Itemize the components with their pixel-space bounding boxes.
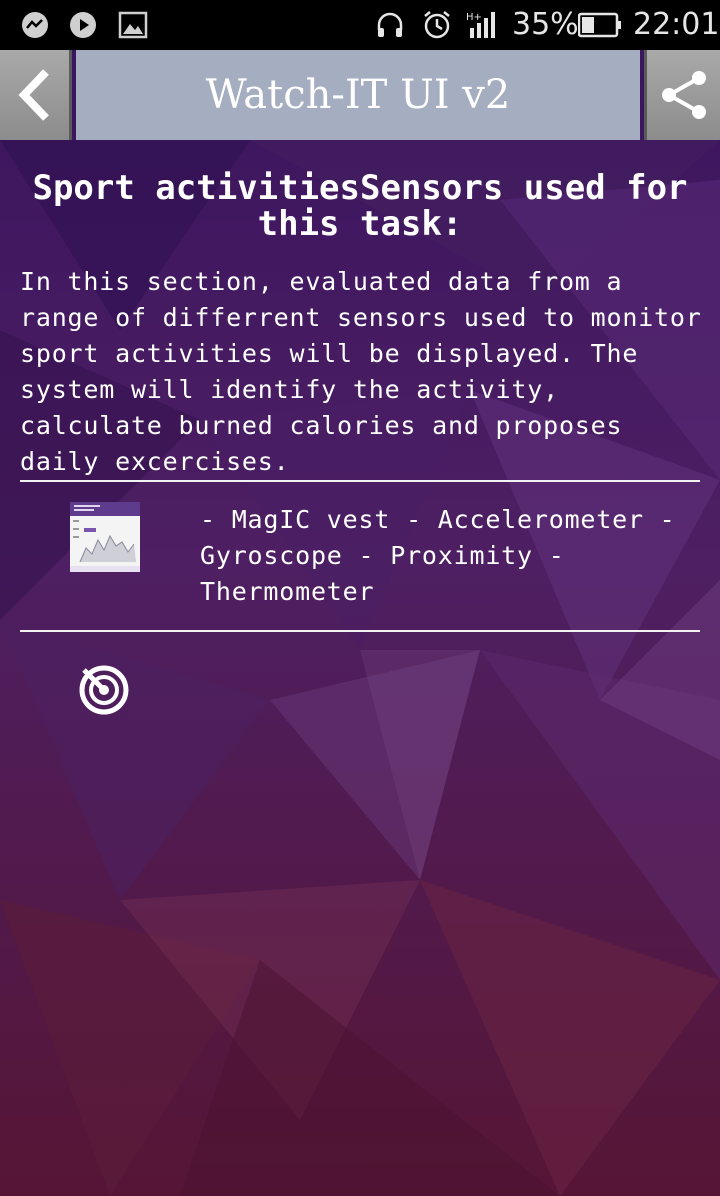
section-description: In this section, evaluated data from a r… (20, 267, 702, 476)
chevron-left-icon (18, 69, 49, 121)
battery-percentage: 35% (512, 7, 579, 42)
alarm-icon (424, 11, 450, 39)
activity-chart-thumbnail[interactable] (70, 502, 140, 572)
messenger-icon (22, 12, 48, 38)
status-bar: H+ 35% 22:01 (0, 0, 720, 50)
back-button[interactable] (0, 50, 72, 140)
divider (20, 630, 700, 632)
share-button[interactable] (644, 50, 720, 140)
battery-icon (578, 12, 621, 38)
play-icon (70, 12, 96, 38)
section-heading: Sport activitiesSensors used for this ta… (32, 168, 688, 244)
status-clock: 22:01 (633, 7, 720, 42)
title-bar: Watch-IT UI v2 (0, 50, 720, 140)
divider (20, 480, 700, 482)
headset-icon (377, 12, 403, 37)
image-icon (118, 11, 148, 39)
hplus-signal-icon: H+ (466, 12, 495, 38)
share-icon (662, 71, 706, 119)
network-type-label: H+ (466, 12, 482, 23)
screen: H+ 35% 22:01 Watch-IT UI v2 Sport activi… (0, 0, 720, 1196)
radar-icon[interactable] (78, 664, 130, 716)
sensor-list: - MagIC vest - Accelerometer - Gyroscope… (200, 505, 676, 606)
page-title: Watch-IT UI v2 (205, 72, 511, 118)
title-panel: Watch-IT UI v2 (76, 50, 640, 140)
